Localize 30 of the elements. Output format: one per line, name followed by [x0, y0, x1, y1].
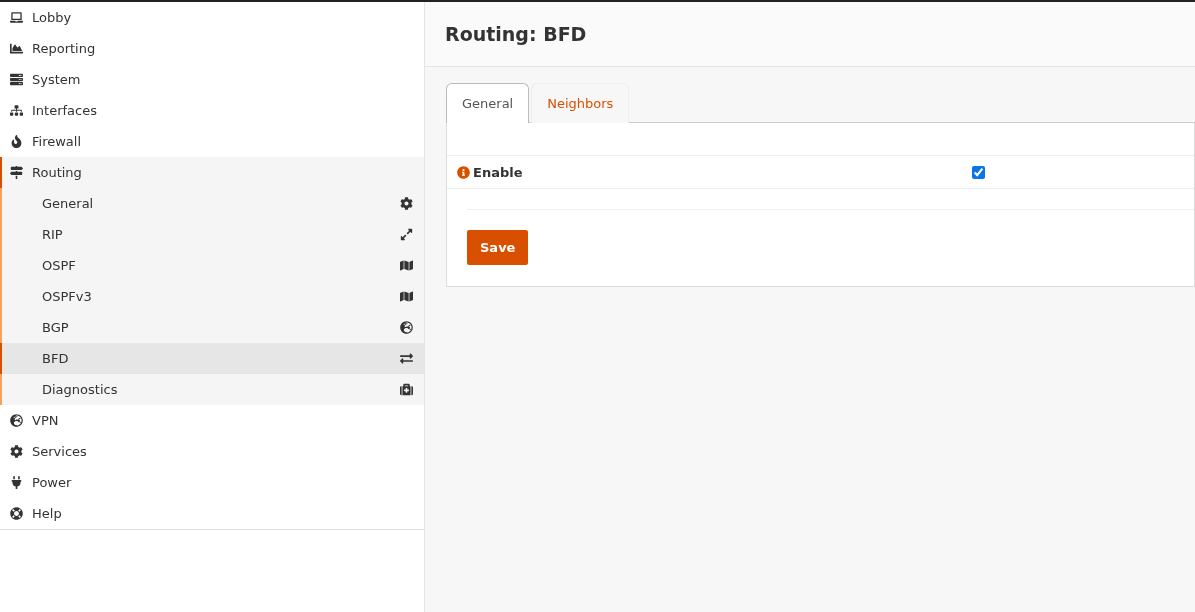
submenu-item[interactable]: Diagnostics: [2, 374, 424, 405]
sitemap-icon: [8, 104, 24, 117]
sidebar-item[interactable]: Routing: [0, 157, 424, 188]
globe-icon: [8, 414, 24, 427]
tab[interactable]: Neighbors: [531, 83, 630, 123]
submenu-item[interactable]: BGP: [2, 312, 424, 343]
submenu-item[interactable]: RIP: [2, 219, 424, 250]
tab[interactable]: General: [446, 83, 530, 123]
info-icon[interactable]: [457, 165, 470, 179]
area-chart-icon: [8, 42, 24, 55]
submenu-item[interactable]: OSPF: [2, 250, 424, 281]
submenu-item[interactable]: OSPFv3: [2, 281, 424, 312]
medkit-icon: [398, 383, 414, 396]
page-title: Routing: BFD: [445, 23, 587, 45]
expand-arrows-icon: [398, 228, 414, 241]
exchange-arrows-icon: [398, 352, 414, 365]
submenu-item[interactable]: General: [2, 188, 424, 219]
globe-icon: [398, 321, 414, 334]
laptop-icon: [8, 11, 24, 24]
map-icon: [398, 259, 414, 272]
field-label: Enable: [473, 164, 523, 180]
signpost-icon: [8, 166, 24, 179]
gear-icon: [8, 445, 24, 458]
submenu-item[interactable]: BFD: [0, 343, 424, 374]
server-icon: [8, 73, 24, 86]
gear-icon: [398, 197, 414, 210]
lifebuoy-icon: [8, 507, 24, 520]
save-button[interactable]: Save: [467, 230, 529, 265]
enable-checkbox[interactable]: [972, 165, 985, 179]
map-icon: [398, 290, 414, 303]
